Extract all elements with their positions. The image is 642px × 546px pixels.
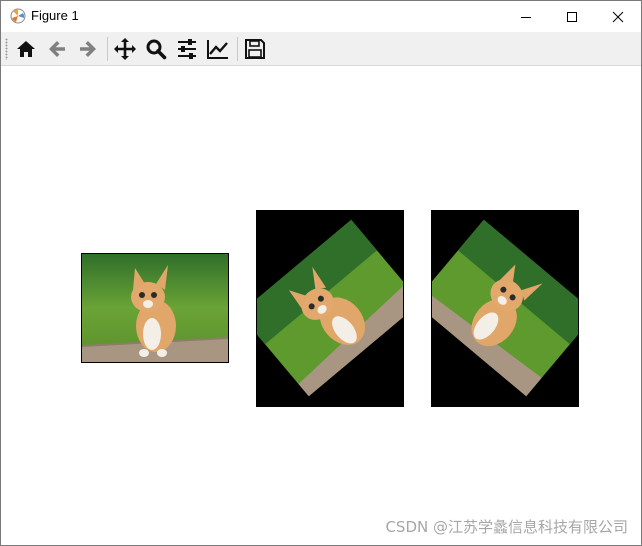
title-bar: Figure 1 xyxy=(1,1,641,32)
customize-button[interactable] xyxy=(205,37,231,61)
maximize-button[interactable] xyxy=(549,1,595,32)
close-icon xyxy=(612,11,624,22)
arrow-left-icon xyxy=(49,41,65,57)
subplots-button[interactable] xyxy=(174,37,200,61)
sliders-icon xyxy=(178,39,196,59)
kitten-image xyxy=(82,254,228,362)
toolbar-separator xyxy=(237,37,238,61)
close-button[interactable] xyxy=(595,1,641,32)
save-button[interactable] xyxy=(242,37,268,61)
home-button[interactable] xyxy=(13,37,39,61)
magnifier-icon xyxy=(146,39,167,60)
matplotlib-logo-icon xyxy=(10,8,26,24)
figure-canvas[interactable] xyxy=(1,66,641,545)
toolbar-grip[interactable] xyxy=(5,38,8,60)
image-axes-rotated-left xyxy=(256,210,404,407)
image-axes-rotated-right xyxy=(431,210,579,407)
rotated-kitten-image-right xyxy=(432,211,578,406)
toolbar-separator xyxy=(107,37,108,61)
minimize-button[interactable] xyxy=(503,1,549,32)
minimize-icon xyxy=(521,16,531,18)
floppy-disk-icon xyxy=(245,39,265,59)
back-button[interactable] xyxy=(44,37,70,61)
image-axes-original xyxy=(81,253,229,363)
forward-button[interactable] xyxy=(75,37,101,61)
zoom-button[interactable] xyxy=(143,37,169,61)
pan-button[interactable] xyxy=(112,37,138,61)
figure-window: Figure 1 xyxy=(0,0,642,546)
window-title: Figure 1 xyxy=(31,8,79,23)
csdn-watermark: CSDN @江苏学蠡信息科技有限公司 xyxy=(385,518,628,536)
line-chart-icon xyxy=(207,40,228,59)
move-icon xyxy=(114,38,136,60)
navigation-toolbar xyxy=(1,32,641,66)
arrow-right-icon xyxy=(80,41,96,57)
rotated-kitten-image-left xyxy=(257,211,403,406)
maximize-icon xyxy=(567,11,577,22)
home-icon xyxy=(17,41,35,57)
